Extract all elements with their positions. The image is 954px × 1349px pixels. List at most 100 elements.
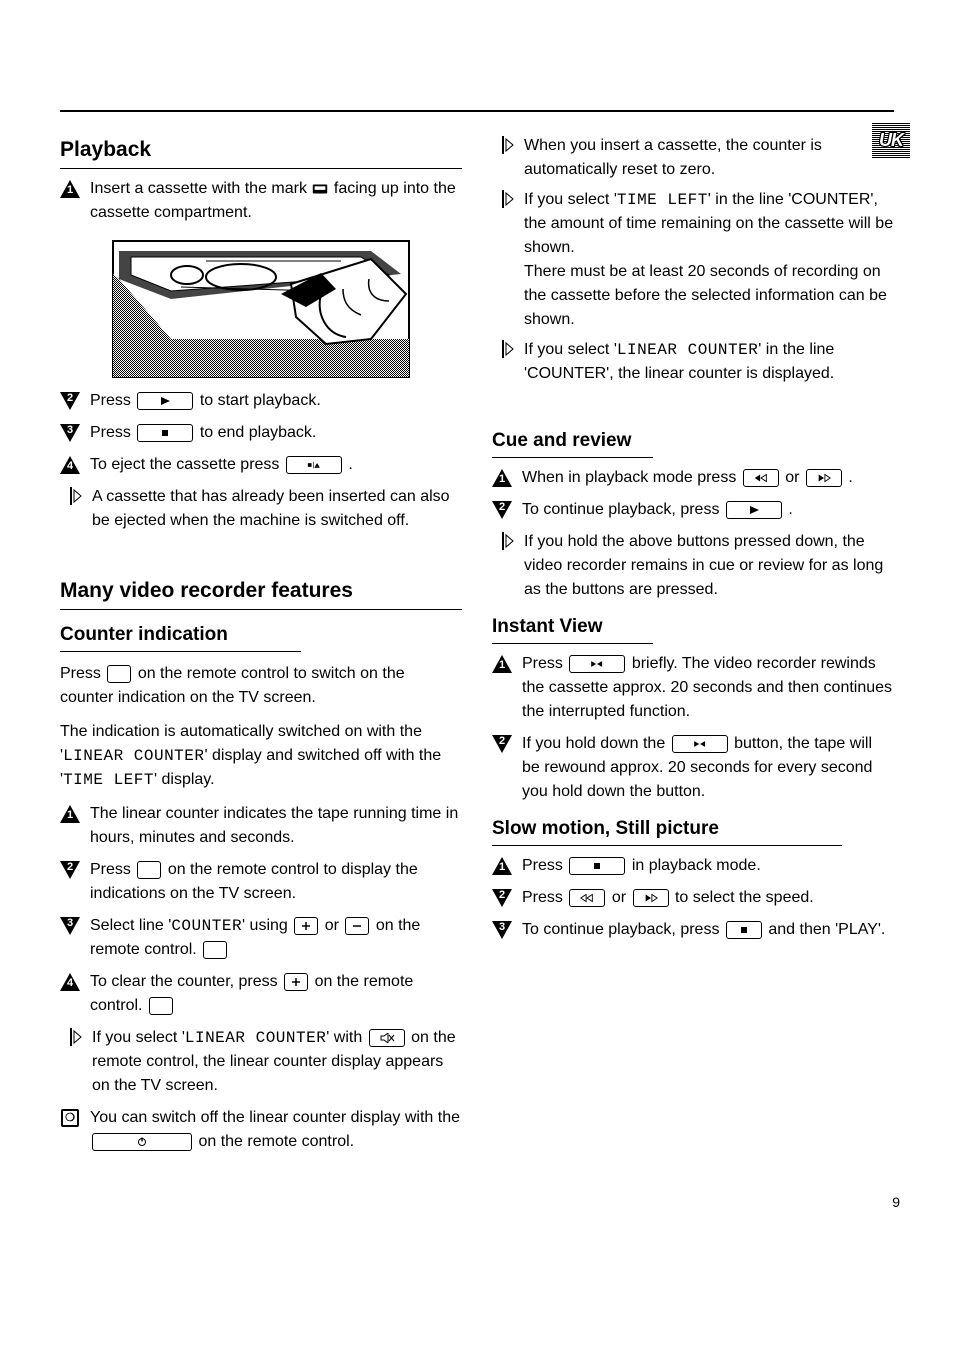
top-rule [60, 110, 894, 112]
two-column-layout: Playback 1 Insert a cassette with the ma… [60, 128, 894, 1162]
cue-hint-1-text: If you hold the above buttons pressed do… [524, 530, 894, 602]
linear-counter-label-2: LINEAR COUNTER [185, 1029, 326, 1047]
counter-label: COUNTER [171, 917, 242, 935]
slow-step-3: 3 To continue playback, press and then '… [492, 918, 894, 942]
t: Press [90, 424, 131, 441]
step-marker-1c: 1 [492, 468, 512, 488]
t: If you select [92, 1029, 177, 1046]
minus-button-icon [345, 917, 369, 935]
t: display and switched off with the [212, 747, 441, 764]
hint-text: A cassette that has already been inserte… [92, 485, 462, 533]
instant-step-1: 1 Press briefly. The video recorder rewi… [492, 652, 894, 724]
rewind-button-icon [743, 469, 779, 487]
t: to select the speed. [675, 889, 814, 906]
counter-step-1-text: The linear counter indicates the tape ru… [90, 802, 462, 850]
t: To continue playback, press [522, 501, 719, 518]
t: and then 'PLAY'. [768, 921, 885, 938]
counter-step-sq-text: You can switch off the linear counter di… [90, 1106, 462, 1154]
uk-badge-text: UK [879, 130, 903, 151]
t: on the remote control. [198, 1133, 354, 1150]
t: There must be at least 20 seconds of rec… [524, 263, 887, 328]
step-marker-2: 2 [60, 391, 80, 411]
plus-button-icon-2 [284, 973, 308, 991]
counter-intro-2: The indication is automatically switched… [60, 720, 462, 792]
counter-step-2-text: Press on the remote control to display t… [90, 858, 462, 906]
step-marker-1: 1 [60, 179, 80, 199]
step-marker-4: 4 [60, 455, 80, 475]
uk-badge: UK [872, 122, 910, 158]
box-button-icon-2 [137, 861, 161, 879]
counter-intro-1: Press on the remote control to switch on… [60, 662, 462, 710]
sub-instant-title: Instant View [492, 616, 653, 644]
play-button-icon-2 [726, 501, 782, 519]
step-3-stop: 3 Press to end playback. [60, 421, 462, 445]
t: Select line [90, 917, 164, 934]
counter-step-1: 1 The linear counter indicates the tape … [60, 802, 462, 850]
right-hint-1: When you insert a cassette, the counter … [492, 134, 894, 182]
t: Press [522, 655, 563, 672]
step-marker-1e: 1 [492, 856, 512, 876]
step-marker-4b: 4 [60, 972, 80, 992]
counter-step-2: 2 Press on the remote control to display… [60, 858, 462, 906]
bullet-icon [502, 136, 516, 154]
t: If you select [524, 191, 609, 208]
mute-button-icon [369, 1029, 405, 1047]
t: To continue playback, press [522, 921, 719, 938]
time-left-label-r: TIME LEFT [617, 191, 708, 209]
step-2-text: Press to start playback. [90, 389, 462, 413]
box-button-icon-4 [149, 997, 173, 1015]
box-button-icon-3 [203, 941, 227, 959]
step-marker-2e: 2 [492, 888, 512, 908]
manual-page: UK Playback 1 Insert a cassette with the… [0, 0, 954, 1252]
instant-step-2-text: If you hold down the button, the tape wi… [522, 732, 894, 804]
instant-view-button-icon [569, 655, 625, 673]
counter-hint-1: If you select 'LINEAR COUNTER' with on t… [60, 1026, 462, 1098]
linear-counter-label: LINEAR COUNTER [63, 747, 204, 765]
t: Press [522, 889, 563, 906]
right-hint-1-text: When you insert a cassette, the counter … [524, 134, 894, 182]
step-insert-cassette: 1 Insert a cassette with the mark facing… [60, 177, 462, 225]
t: . [848, 469, 852, 486]
sub-slow-title: Slow motion, Still picture [492, 818, 842, 846]
step-marker-2d: 2 [492, 734, 512, 754]
t: If you select [524, 341, 609, 358]
t: To eject the cassette press [90, 456, 279, 473]
t: or [612, 889, 626, 906]
t: to end playback. [200, 424, 317, 441]
pause-button-icon [569, 857, 625, 875]
instant-view-button-icon-2 [672, 735, 728, 753]
right-hint-2-text: If you select 'TIME LEFT' in the line 'C… [524, 188, 894, 332]
slow-step-3-text: To continue playback, press and then 'PL… [522, 918, 894, 942]
stop-button-icon [137, 424, 193, 442]
step-marker-2b: 2 [60, 860, 80, 880]
step-marker-2c: 2 [492, 500, 512, 520]
stop-eject-button-icon [286, 456, 342, 474]
bullet-icon [502, 532, 516, 550]
counter-step-3: 3 Select line 'COUNTER' using or on the … [60, 914, 462, 962]
instant-step-2: 2 If you hold down the button, the tape … [492, 732, 894, 804]
right-hint-3: If you select 'LINEAR COUNTER' in the li… [492, 338, 894, 386]
sub-cue-title: Cue and review [492, 430, 653, 458]
t: When in playback mode press [522, 469, 736, 486]
t: Press [60, 665, 101, 682]
step-marker-3b: 3 [60, 916, 80, 936]
fastfwd-button-icon-2 [633, 889, 669, 907]
bullet-icon [502, 190, 516, 208]
step-marker-sq: ❍ [60, 1108, 80, 1128]
instant-step-1-text: Press briefly. The video recorder rewind… [522, 652, 894, 724]
right-hint-2: If you select 'TIME LEFT' in the line 'C… [492, 188, 894, 332]
t: Press [90, 861, 131, 878]
stop-button-icon-2 [726, 921, 762, 939]
t: display. [161, 771, 214, 788]
box-button-icon [107, 665, 131, 683]
page-number: 9 [892, 1194, 900, 1210]
step-3-text: Press to end playback. [90, 421, 462, 445]
cassette-illustration [111, 239, 411, 379]
step-4-eject: 4 To eject the cassette press . [60, 453, 462, 477]
standby-button-icon [92, 1133, 192, 1151]
slow-step-2: 2 Press or to select the speed. [492, 886, 894, 910]
section-playback-title: Playback [60, 138, 462, 169]
step-marker-3e: 3 [492, 920, 512, 940]
counter-step-4: 4 To clear the counter, press on the rem… [60, 970, 462, 1018]
cue-step-2: 2 To continue playback, press . [492, 498, 894, 522]
